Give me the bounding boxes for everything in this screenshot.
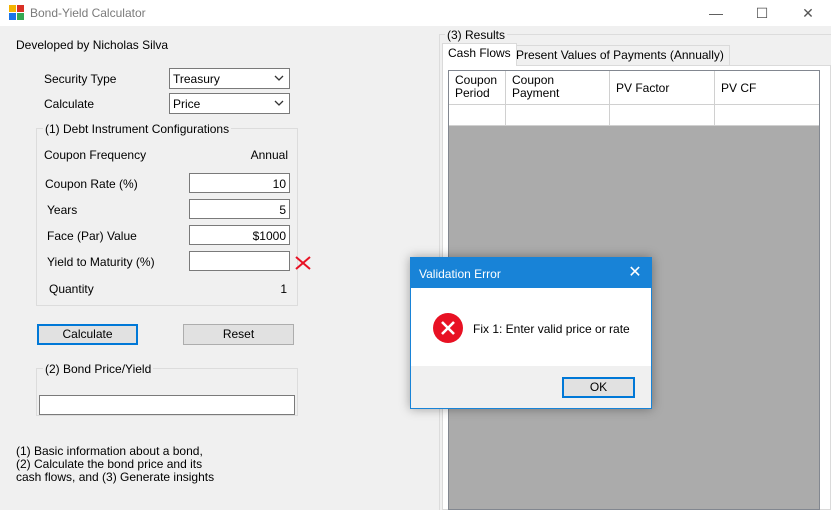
error-x-icon — [295, 256, 311, 270]
calculate-mode-select[interactable]: Price — [169, 93, 290, 114]
grid-cell[interactable] — [610, 105, 715, 126]
table-row[interactable] — [449, 105, 819, 126]
notes-line-2: (2) Calculate the bond price and its — [16, 457, 203, 471]
grid-cell[interactable] — [506, 105, 610, 126]
col-coupon-period[interactable]: Coupon Period — [449, 71, 506, 105]
developer-credit: Developed by Nicholas Silva — [16, 38, 169, 52]
years-input[interactable]: 5 — [189, 199, 290, 219]
ytm-input[interactable] — [189, 251, 290, 271]
years-value: 5 — [279, 203, 286, 217]
col-coupon-payment[interactable]: Coupon Payment — [506, 71, 610, 105]
grid-header: Coupon Period Coupon Payment PV Factor P… — [449, 71, 819, 105]
dialog-footer: OK — [411, 366, 651, 408]
col-coupon-payment-line2: Payment — [512, 86, 560, 100]
calculate-mode-value: Price — [173, 97, 201, 111]
coupon-rate-input[interactable]: 10 — [189, 173, 290, 193]
notes-line-3: cash flows, and (3) Generate insights — [16, 470, 215, 484]
coupon-rate-value: 10 — [272, 177, 286, 191]
price-yield-title: (2) Bond Price/Yield — [43, 362, 154, 376]
results-title: (3) Results — [445, 28, 508, 42]
dialog-title-bar: Validation Error ✕ — [411, 258, 651, 288]
security-type-select[interactable]: Treasury — [169, 68, 290, 89]
face-value-value: $1000 — [252, 229, 286, 243]
ytm-label: Yield to Maturity (%) — [47, 255, 155, 269]
years-label: Years — [47, 203, 78, 217]
col-pv-cf[interactable]: PV CF — [715, 71, 819, 105]
minimize-button[interactable]: — — [693, 0, 739, 26]
col-coupon-period-line2: Period — [455, 86, 490, 100]
notes-line-1: (1) Basic information about a bond, — [16, 444, 203, 458]
calculate-button[interactable]: Calculate — [37, 324, 138, 345]
dialog-title: Validation Error — [419, 267, 501, 281]
grid-cell[interactable] — [449, 105, 506, 126]
debt-config-title: (1) Debt Instrument Configurations — [43, 122, 232, 136]
quantity-label: Quantity — [49, 282, 94, 296]
reset-button[interactable]: Reset — [183, 324, 294, 345]
validation-error-dialog: Validation Error ✕ Fix 1: Enter valid pr… — [410, 257, 652, 409]
coupon-rate-label: Coupon Rate (%) — [45, 177, 138, 191]
price-yield-output[interactable] — [39, 395, 295, 415]
face-value-label: Face (Par) Value — [47, 229, 137, 243]
calculate-mode-label: Calculate — [44, 97, 95, 111]
coupon-frequency-label: Coupon Frequency — [44, 148, 147, 162]
tab-cash-flows[interactable]: Cash Flows — [442, 43, 517, 66]
ok-button[interactable]: OK — [562, 377, 635, 398]
chevron-down-icon — [274, 100, 284, 106]
dialog-message: Fix 1: Enter valid price or rate — [473, 322, 630, 336]
close-button[interactable]: ✕ — [785, 0, 831, 26]
title-bar: Bond-Yield Calculator — ☐ ✕ — [0, 0, 831, 26]
security-type-label: Security Type — [44, 72, 117, 86]
app-icon — [9, 5, 25, 21]
window-title: Bond-Yield Calculator — [30, 6, 146, 20]
grid-cell[interactable] — [715, 105, 819, 126]
chevron-down-icon — [274, 75, 284, 81]
tab-present-values[interactable]: Present Values of Payments (Annually) — [510, 45, 730, 66]
security-type-value: Treasury — [173, 72, 220, 86]
col-pv-factor[interactable]: PV Factor — [610, 71, 715, 105]
maximize-button[interactable]: ☐ — [739, 0, 785, 26]
coupon-frequency-value: Annual — [250, 148, 288, 162]
quantity-value: 1 — [280, 282, 287, 296]
face-value-input[interactable]: $1000 — [189, 225, 290, 245]
error-icon — [433, 313, 463, 343]
dialog-close-button[interactable]: ✕ — [625, 263, 645, 283]
